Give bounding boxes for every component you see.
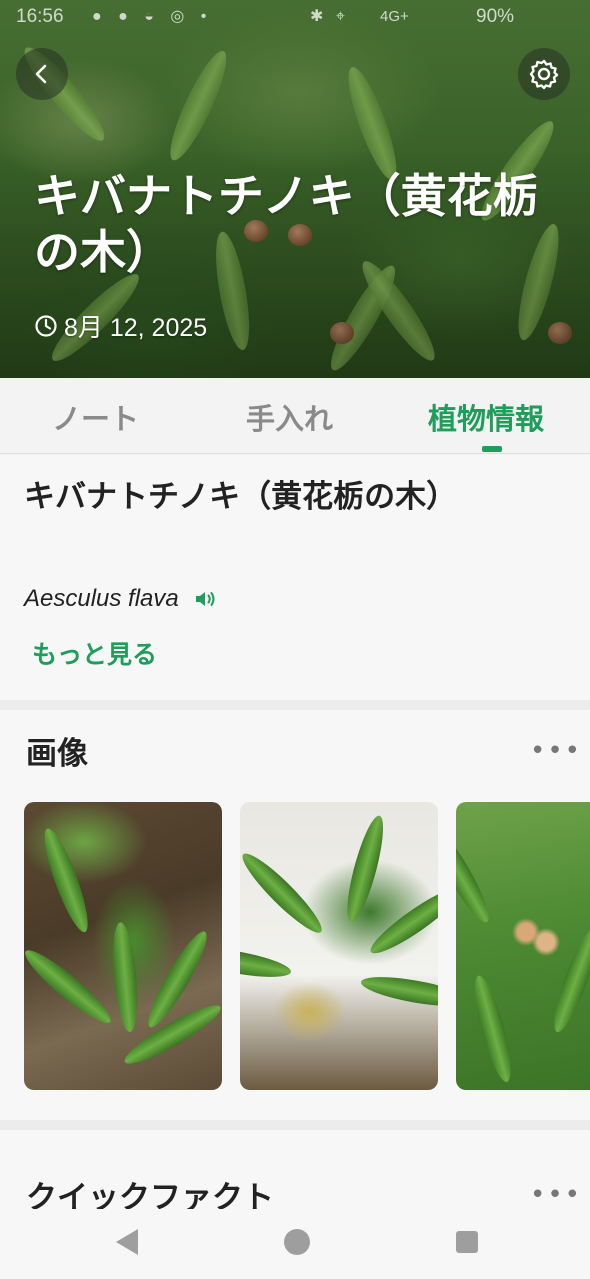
tab-bar: ノート 手入れ 植物情報 (0, 378, 590, 454)
quick-facts-title: クイックファクト (26, 1180, 274, 1209)
scientific-name-row: Aesculus flava (24, 585, 219, 613)
plant-image-1[interactable] (24, 802, 222, 1090)
active-tab-indicator (482, 446, 502, 452)
system-nav-bar (0, 1209, 590, 1279)
settings-button[interactable] (518, 48, 570, 100)
nav-recents-icon[interactable] (456, 1231, 478, 1253)
nav-home-icon[interactable] (284, 1229, 310, 1255)
clock-icon (35, 315, 57, 337)
network-indicator: 4G+ (380, 8, 409, 25)
plant-image-2[interactable] (240, 802, 438, 1090)
images-section: 画像 ••• (0, 710, 590, 1120)
tab-care[interactable]: 手入れ (246, 396, 333, 438)
back-icon (35, 64, 47, 84)
plant-image-3[interactable] (456, 802, 590, 1090)
quick-facts-more-button[interactable]: ••• (530, 1180, 582, 1209)
date-row: 8月 12, 2025 (34, 308, 207, 344)
back-button[interactable] (16, 48, 68, 100)
scientific-name: Aesculus flava (24, 585, 179, 612)
date-label: 8月 12, 2025 (64, 314, 208, 342)
battery-indicator: 90% (476, 6, 515, 27)
tab-notes[interactable]: ノート (52, 396, 139, 438)
common-name: キバナトチノキ（黄花栃の木） (24, 479, 458, 515)
nav-back-icon[interactable] (116, 1229, 138, 1255)
notification-icons: ● ● ◒ ◎ • (92, 8, 213, 25)
status-bar: 16:56 ● ● ◒ ◎ • ✱ ⌖ 4G+ 90% (0, 4, 590, 32)
section-divider (0, 1120, 590, 1130)
tab-plant-info[interactable]: 植物情報 (428, 396, 544, 438)
section-divider (0, 700, 590, 710)
quick-facts-section: クイックファクト ••• (0, 1130, 590, 1209)
settings-gear-icon (529, 59, 559, 90)
plant-title: キバナトチノキ（黄花栃の木） (34, 169, 539, 279)
plant-info-card: キバナトチノキ（黄花栃の木） Aesculus flava もっと見る (0, 455, 590, 700)
speaker-icon[interactable] (193, 588, 219, 610)
images-more-button[interactable]: ••• (530, 736, 582, 766)
more-link[interactable]: もっと見る (32, 635, 157, 671)
images-title: 画像 (26, 736, 88, 772)
bluetooth-location-icons: ✱ ⌖ (310, 8, 349, 25)
status-time: 16:56 (16, 6, 64, 27)
